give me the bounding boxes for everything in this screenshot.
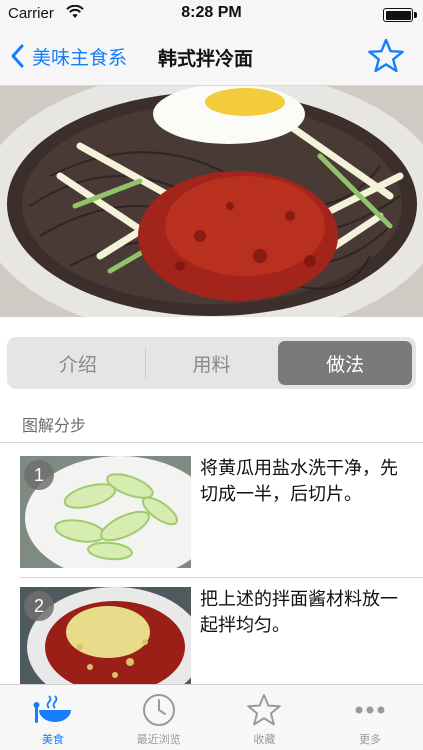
favorite-star-icon[interactable] xyxy=(367,38,405,74)
step-row[interactable]: 1 将黄瓜用盐水洗干净，先切成一半，后切片。 xyxy=(20,456,423,570)
back-button-label: 美味主食系 xyxy=(32,46,128,69)
navigation-bar: Carrier 8:28 PM 美味主食系 韩式拌冷面 xyxy=(0,0,423,86)
tab-label: 更多 xyxy=(359,733,382,746)
back-button[interactable]: 美味主食系 xyxy=(10,40,127,72)
tab-favorites[interactable]: 收藏 xyxy=(212,685,318,750)
tab-label: 美食 xyxy=(41,733,64,746)
divider xyxy=(20,577,423,578)
segment-steps[interactable]: 做法 xyxy=(278,341,413,385)
battery-icon xyxy=(383,8,417,22)
tab-label: 最近浏览 xyxy=(136,733,181,746)
page-title: 韩式拌冷面 xyxy=(158,48,254,70)
tab-food[interactable]: 美食 xyxy=(0,685,106,750)
star-icon xyxy=(247,694,282,726)
status-bar: Carrier 8:28 PM xyxy=(0,0,423,28)
food-bowl-icon xyxy=(33,695,71,723)
step-description: 将黄瓜用盐水洗干净，先切成一半，后切片。 xyxy=(200,458,398,505)
tab-more[interactable]: 更多 xyxy=(317,685,423,750)
section-heading: 图解分步 xyxy=(22,416,87,435)
step-number-badge: 2 xyxy=(24,591,54,621)
segment-intro[interactable]: 介绍 xyxy=(11,341,145,385)
tab-recent[interactable]: 最近浏览 xyxy=(106,685,212,750)
more-icon xyxy=(355,706,385,714)
divider xyxy=(0,442,423,443)
tab-label: 收藏 xyxy=(253,733,276,746)
status-time: 8:28 PM xyxy=(181,4,242,21)
step-description: 把上述的拌面酱材料放一起拌均匀。 xyxy=(200,589,398,636)
segment-ingredients[interactable]: 用料 xyxy=(144,341,279,385)
dish-photo[interactable] xyxy=(0,86,423,317)
step-number-badge: 1 xyxy=(24,460,54,490)
step-photo: 2 xyxy=(20,587,191,699)
step-photo: 1 xyxy=(20,456,191,568)
chevron-left-icon xyxy=(11,44,24,68)
noodle-dish-image xyxy=(0,86,423,317)
clock-icon xyxy=(142,694,175,726)
segmented-control: 介绍 用料 做法 xyxy=(7,337,416,389)
tab-bar: 美食 最近浏览 收藏 更多 xyxy=(0,684,423,750)
